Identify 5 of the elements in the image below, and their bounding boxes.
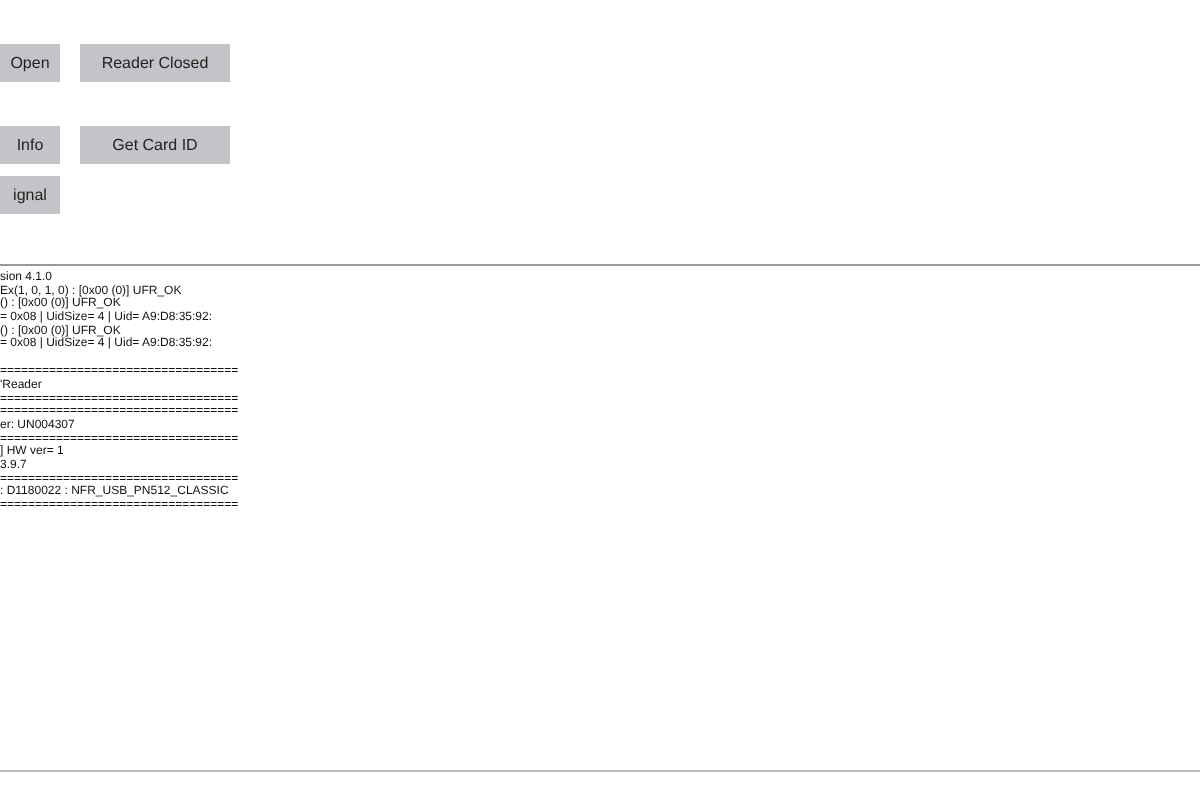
action-button[interactable]: Reader Closed bbox=[80, 44, 230, 82]
action-button[interactable]: Info bbox=[0, 126, 60, 164]
action-button[interactable]: Open bbox=[0, 44, 60, 82]
action-button[interactable]: ignal bbox=[0, 176, 60, 214]
action-button[interactable]: Get Card ID bbox=[80, 126, 230, 164]
